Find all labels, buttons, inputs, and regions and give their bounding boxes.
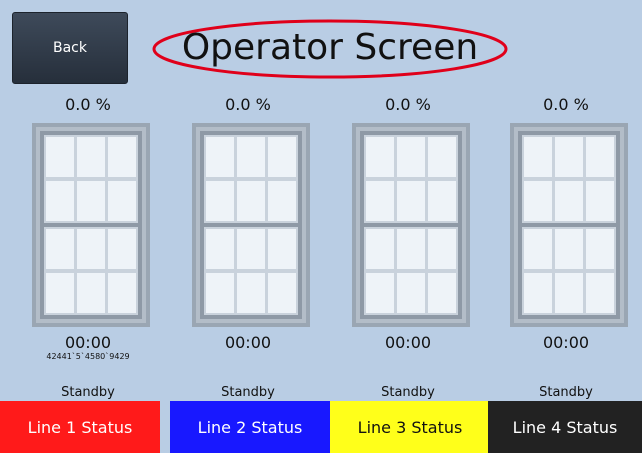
line-4-time: 00:00	[542, 333, 590, 352]
line-3-status-button[interactable]: Line 3 Status	[330, 401, 490, 453]
page-title: Operator Screen	[181, 27, 479, 68]
line-2-time: 00:00	[224, 333, 272, 352]
line-2-state: Standby	[221, 385, 275, 400]
line-3-time: 00:00	[384, 333, 432, 352]
line-2-percent: 0.0 %	[225, 95, 271, 114]
line-3-state: Standby	[381, 385, 435, 400]
line-2-status-button[interactable]: Line 2 Status	[170, 401, 330, 453]
line-4-percent: 0.0 %	[543, 95, 589, 114]
back-button[interactable]: Back	[12, 12, 128, 84]
line-1-serial: 42441`5`4580`9429	[46, 352, 130, 361]
line-1-window-icon	[32, 123, 150, 327]
line-3-percent: 0.0 %	[385, 95, 431, 114]
line-4-window-icon	[510, 123, 628, 327]
line-1-status-button[interactable]: Line 1 Status	[0, 401, 160, 453]
line-1-state: Standby	[61, 385, 115, 400]
line-3-window-icon	[352, 123, 470, 327]
line-2-window-icon	[192, 123, 310, 327]
line-1-percent: 0.0 %	[65, 95, 111, 114]
line-1-time: 00:00	[64, 333, 112, 352]
line-4-status-button[interactable]: Line 4 Status	[488, 401, 642, 453]
line-4-state: Standby	[539, 385, 593, 400]
